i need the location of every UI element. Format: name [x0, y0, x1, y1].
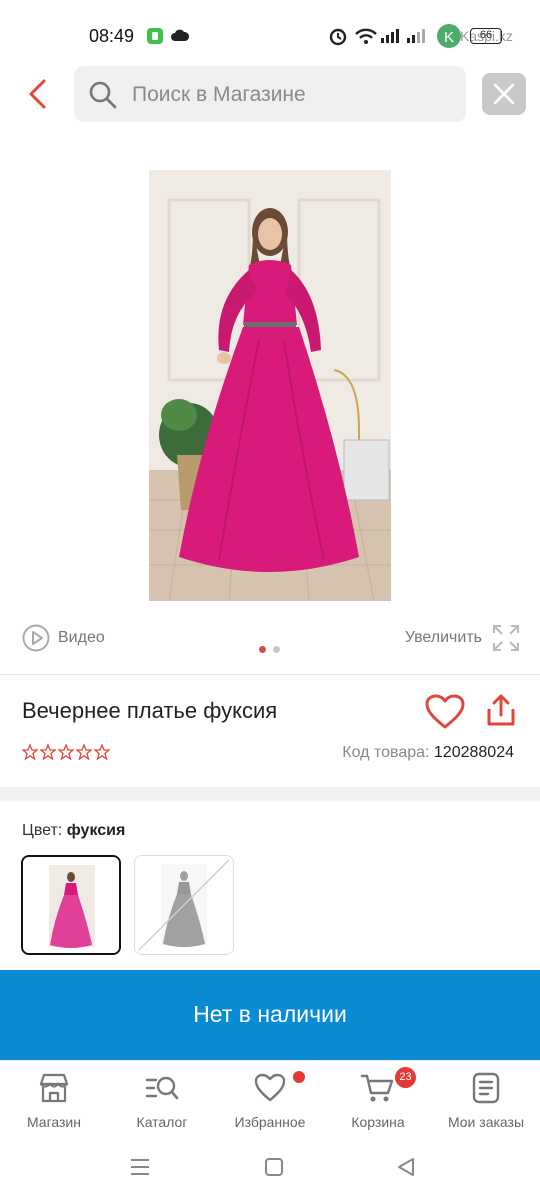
- search-header: Поиск в Магазине: [0, 62, 540, 126]
- rating-stars: [22, 744, 110, 760]
- cloud-icon: [171, 29, 190, 41]
- zoom-label: Увеличить: [404, 629, 482, 646]
- back-triangle-icon[interactable]: [396, 1157, 416, 1177]
- search-icon: [89, 81, 117, 109]
- status-bar: 08:49 K 66 Kaspi.kz: [0, 0, 540, 70]
- bottom-tab-bar: Магазин Каталог Избранное Корзина 23 Мои…: [0, 1060, 540, 1140]
- catalog-search-icon: [145, 1076, 179, 1100]
- tab-my-orders[interactable]: Мои заказы: [432, 1071, 540, 1130]
- heart-icon: [254, 1073, 286, 1102]
- status-time: 08:49: [89, 26, 135, 46]
- tab-catalog-label: Каталог: [136, 1114, 188, 1130]
- tab-catalog[interactable]: Каталог: [108, 1071, 216, 1130]
- sku-value: 120288024: [433, 744, 514, 761]
- play-icon: [22, 624, 50, 652]
- cart-count-badge: 23: [395, 1067, 416, 1088]
- search-input[interactable]: Поиск в Магазине: [74, 66, 466, 122]
- star-icon: [40, 744, 56, 760]
- tab-my-orders-label: Мои заказы: [447, 1114, 525, 1130]
- wifi-icon: [355, 28, 377, 44]
- tab-store-label: Магазин: [26, 1114, 81, 1130]
- tab-store[interactable]: Магазин: [0, 1071, 108, 1130]
- color-label: Цвет: фуксия: [22, 822, 125, 840]
- app-notification-icon: [147, 28, 163, 44]
- pagination-dot[interactable]: [273, 646, 280, 653]
- tab-cart-label: Корзина: [351, 1114, 405, 1130]
- star-icon: [22, 744, 38, 760]
- star-icon: [58, 744, 74, 760]
- store-icon: [39, 1073, 69, 1103]
- cart-icon: [360, 1074, 394, 1102]
- recents-menu-icon[interactable]: [130, 1157, 150, 1177]
- out-of-stock-label: Нет в наличии: [193, 1001, 347, 1027]
- home-square-icon[interactable]: [264, 1157, 284, 1177]
- color-swatch-fuchsia[interactable]: [21, 855, 121, 955]
- favorite-heart-icon[interactable]: [425, 694, 465, 730]
- svg-text:K: K: [444, 29, 454, 46]
- alarm-icon: [329, 28, 347, 46]
- expand-icon: [493, 625, 519, 651]
- out-of-stock-button[interactable]: Нет в наличии: [0, 970, 540, 1060]
- video-button[interactable]: Видео: [22, 623, 105, 653]
- color-selected-value: фуксия: [66, 822, 126, 839]
- pagination-dot-active[interactable]: [259, 646, 266, 653]
- close-icon: [493, 83, 515, 105]
- orders-icon: [472, 1072, 500, 1104]
- zoom-button[interactable]: Увеличить: [405, 623, 520, 653]
- gallery-pagination: [259, 646, 280, 653]
- video-label: Видео: [58, 629, 105, 646]
- close-button[interactable]: [482, 73, 526, 115]
- color-swatch-black-unavailable[interactable]: [134, 855, 234, 955]
- search-placeholder: Поиск в Магазине: [132, 83, 306, 106]
- back-arrow-icon[interactable]: [22, 76, 56, 112]
- favorites-dot: [293, 1071, 305, 1083]
- sku-label: Код товара:: [342, 744, 430, 761]
- fuchsia-dress-thumbnail: [23, 857, 119, 953]
- system-navigation-bar: [0, 1140, 540, 1200]
- kaspi-logo-icon: K: [437, 24, 461, 48]
- watermark: Kaspi.kz: [460, 28, 513, 44]
- star-icon: [94, 744, 110, 760]
- share-icon[interactable]: [484, 693, 518, 727]
- product-code: Код товара: 120288024: [342, 744, 514, 762]
- divider: [0, 674, 540, 675]
- signal-icon-1: [381, 29, 399, 43]
- star-icon: [76, 744, 92, 760]
- product-image[interactable]: [149, 170, 391, 601]
- dress-photo: [149, 170, 391, 601]
- product-title: Вечернее платье фуксия: [22, 698, 278, 723]
- signal-icon-2: [407, 29, 425, 43]
- tab-favorites-label: Избранное: [234, 1114, 306, 1130]
- section-separator: [0, 787, 540, 801]
- tab-cart[interactable]: Корзина 23: [324, 1067, 432, 1130]
- tab-favorites[interactable]: Избранное: [216, 1071, 324, 1130]
- color-label-text: Цвет:: [22, 822, 63, 839]
- black-dress-thumbnail: [135, 856, 233, 954]
